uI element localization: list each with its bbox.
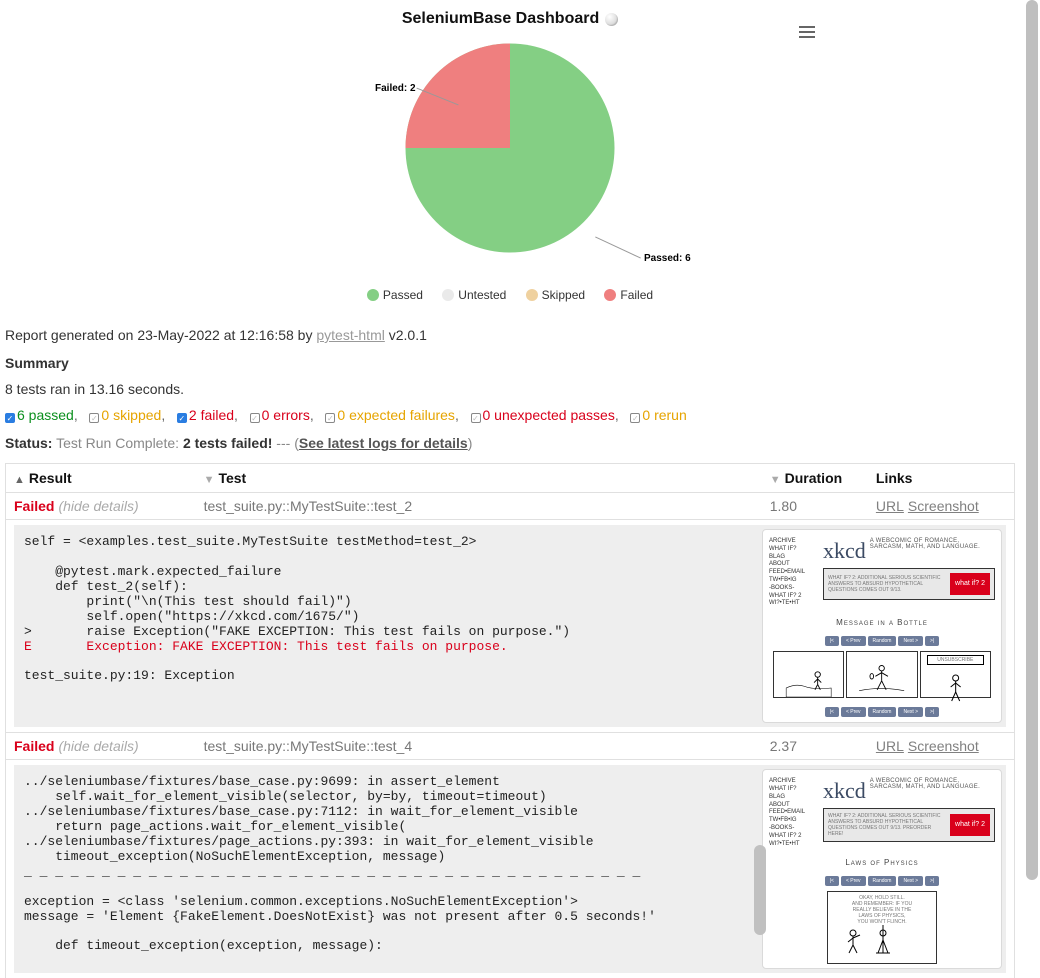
xkcd-logo: xkcd [823,538,866,564]
legend-item-skipped[interactable]: Skipped [526,288,585,302]
url-link[interactable]: URL [876,738,904,754]
checkbox-icon: ✓ [471,413,481,423]
summary-text: 8 tests ran in 13.16 seconds. [5,381,1015,397]
inner-scrollbar-thumb[interactable] [754,845,766,935]
url-link[interactable]: URL [876,498,904,514]
result-status: Failed [14,738,54,754]
chart-label-passed: Passed: 6 [644,253,691,264]
filter-passed[interactable]: ✓6 passed [5,407,74,423]
screenshot-thumbnail[interactable]: ARCHIVEWHAT IF?BLAGABOUTFEED•EMAILTW•FB•… [762,529,1002,723]
xkcd-logo: xkcd [823,778,866,804]
status-line: Status: Test Run Complete: 2 tests faile… [5,435,1015,451]
table-row: Failed(hide details) test_suite.py::MyTe… [6,733,1015,760]
sort-desc-icon: ▼ [204,474,215,486]
col-test-header[interactable]: ▼Test [196,464,762,493]
checkbox-icon: ✓ [250,413,260,423]
result-status: Failed [14,498,54,514]
hide-details-toggle[interactable]: (hide details) [58,738,138,754]
checkbox-icon: ✓ [5,413,15,423]
screenshot-thumbnail[interactable]: ARCHIVEWHAT IF?BLAGABOUTFEED•EMAILTW•FB•… [762,769,1002,969]
hide-details-toggle[interactable]: (hide details) [58,498,138,514]
col-result-header[interactable]: ▲Result [6,464,196,493]
page-root: SeleniumBase Dashboard Failed: 2 Passed:… [0,0,1020,978]
checkbox-icon: ✓ [325,413,335,423]
legend-item-untested[interactable]: Untested [442,288,506,302]
filter-skipped[interactable]: ✓0 skipped [89,407,161,423]
legend-item-passed[interactable]: Passed [367,288,423,302]
traceback: self = <examples.test_suite.MyTestSuite … [14,525,758,727]
dashboard-title: SeleniumBase Dashboard [402,10,599,28]
filter-xfail[interactable]: ✓0 expected failures [325,407,455,423]
checkbox-icon: ✓ [630,413,640,423]
legend-item-failed[interactable]: Failed [604,288,653,302]
trace-row: ../seleniumbase/fixtures/base_case.py:96… [6,760,1015,978]
filter-xpass[interactable]: ✓0 unexpected passes [471,407,615,423]
checkbox-icon: ✓ [89,413,99,423]
chart-label-failed: Failed: 2 [375,83,416,94]
page-scrollbar[interactable] [1026,0,1038,978]
report-generated-line: Report generated on 23-May-2022 at 12:16… [5,327,1015,343]
test-name: test_suite.py::MyTestSuite::test_4 [196,733,762,760]
pie-chart-svg [400,38,620,258]
test-duration: 1.80 [762,493,868,520]
pie-chart: Failed: 2 Passed: 6 [5,28,1015,278]
col-duration-header[interactable]: ▼Duration [762,464,868,493]
sort-desc-icon: ▼ [770,474,781,486]
test-duration: 2.37 [762,733,868,760]
pytest-html-link[interactable]: pytest-html [316,327,384,343]
table-row: Failed(hide details) test_suite.py::MyTe… [6,493,1015,520]
sort-asc-icon: ▲ [14,474,25,486]
summary-heading: Summary [5,355,1015,371]
col-links-header[interactable]: Links [868,464,1015,493]
screenshot-link[interactable]: Screenshot [908,738,979,754]
scrollbar-thumb[interactable] [1026,0,1038,880]
chart-legend: Passed Untested Skipped Failed [5,278,1015,317]
status-orb-icon [605,13,618,26]
traceback: ../seleniumbase/fixtures/base_case.py:96… [14,765,758,973]
trace-row: self = <examples.test_suite.MyTestSuite … [6,520,1015,733]
test-name: test_suite.py::MyTestSuite::test_2 [196,493,762,520]
dashboard-header: SeleniumBase Dashboard [5,5,1015,28]
filter-errors[interactable]: ✓0 errors [250,407,310,423]
results-table: ▲Result ▼Test ▼Duration Links Failed(hid… [5,463,1015,978]
filter-rerun[interactable]: ✓0 rerun [630,407,686,423]
filter-line: ✓6 passed, ✓0 skipped, ✓2 failed, ✓0 err… [5,407,1015,423]
latest-logs-link[interactable]: See latest logs for details [299,435,468,451]
filter-failed[interactable]: ✓2 failed [177,407,234,423]
checkbox-icon: ✓ [177,413,187,423]
screenshot-link[interactable]: Screenshot [908,498,979,514]
